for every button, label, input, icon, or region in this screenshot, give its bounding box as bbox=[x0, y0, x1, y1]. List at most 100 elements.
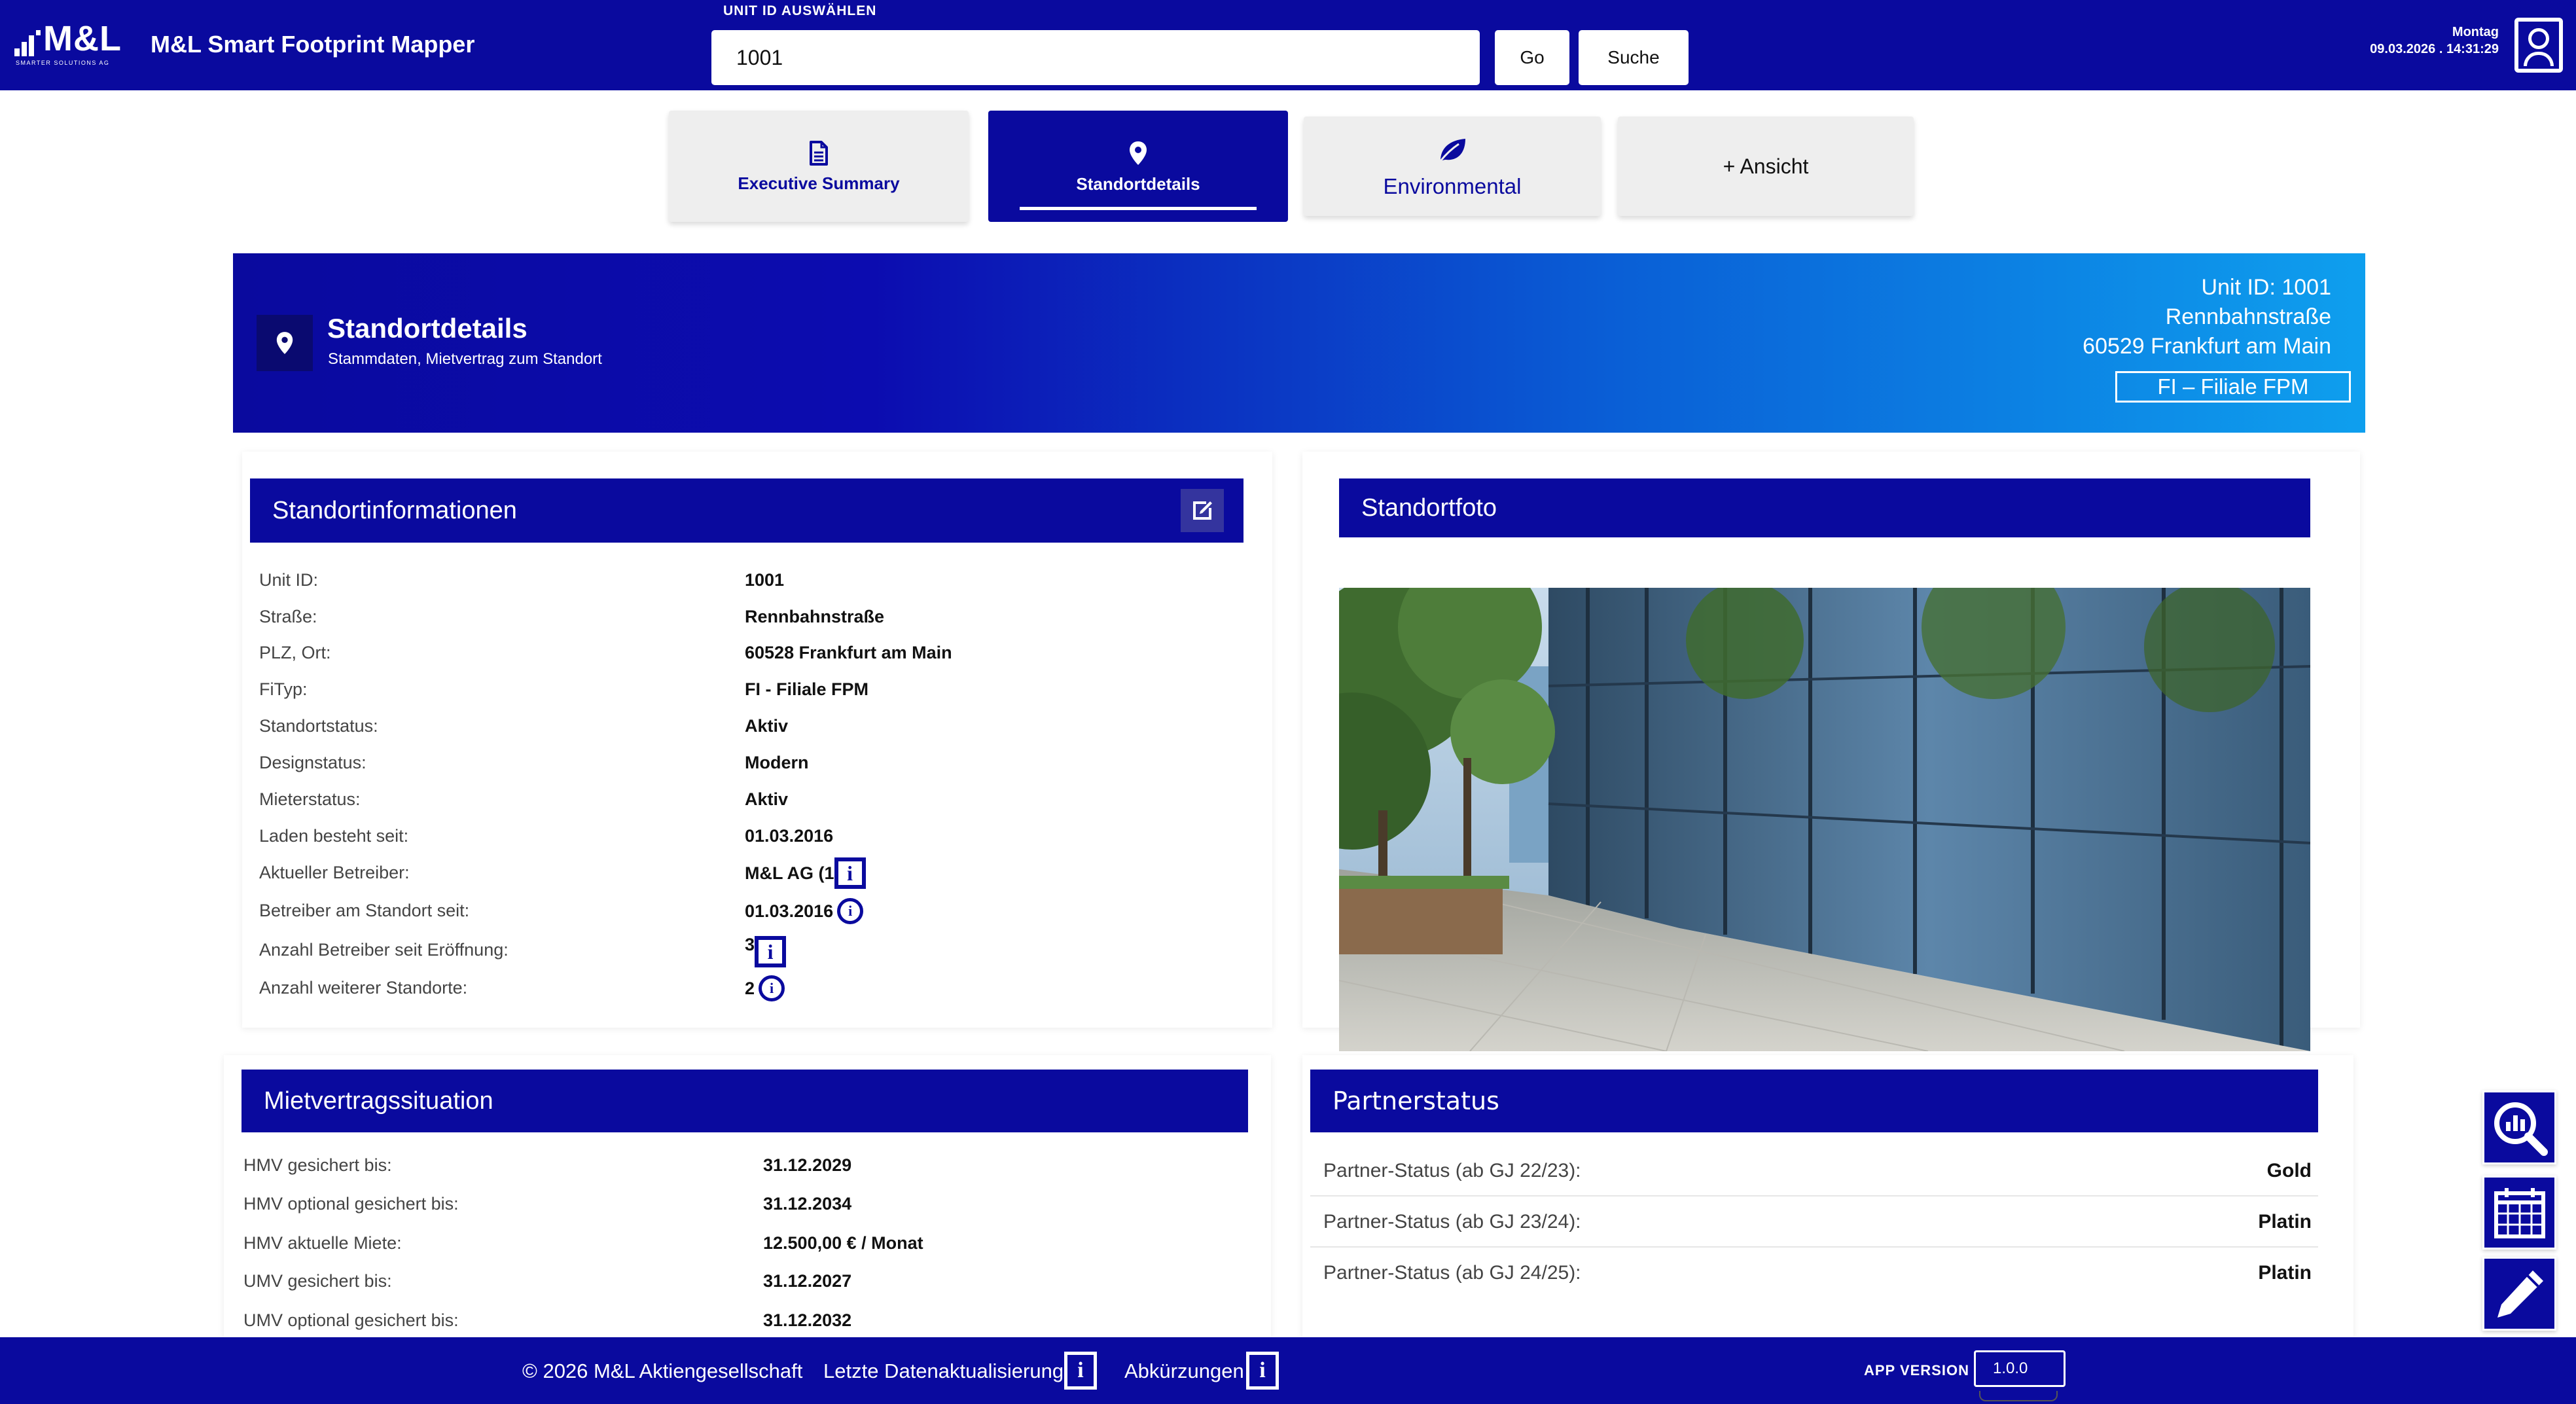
standortinformationen-list: Unit ID: 1001 Straße: Rennbahnstraße PLZ, … bbox=[259, 571, 1241, 1003]
banner-subtitle: Stammdaten, Mietvertrag zum Standort bbox=[328, 350, 602, 368]
user-profile-icon[interactable] bbox=[2514, 18, 2563, 73]
row-label: Laden besteht seit: bbox=[259, 826, 409, 846]
app-footer: © 2026 M&L Aktiengesellschaft Letzte Dat… bbox=[0, 1337, 2576, 1404]
row-label: PLZ, Ort: bbox=[259, 643, 331, 662]
standortinformationen-header: Standortinformationen bbox=[250, 478, 1243, 543]
analytics-search-icon bbox=[2494, 1102, 2548, 1156]
row-label: Straße: bbox=[259, 607, 317, 626]
mietvertrag-list: HMV gesichert bis: 31.12.2029 HMV optiona… bbox=[243, 1157, 1225, 1333]
row-value: 2 bbox=[745, 978, 755, 998]
row-value: 31.12.2027 bbox=[763, 1271, 852, 1291]
row-label: Standortstatus: bbox=[259, 716, 378, 736]
banner-city: 60529 Frankfurt am Main bbox=[2083, 333, 2331, 359]
tab-executive-summary[interactable]: Executive Summary bbox=[669, 111, 969, 222]
partner-row: Partner-Status (ab GJ 23/24): Platin bbox=[1310, 1198, 2318, 1248]
go-button[interactable]: Go bbox=[1495, 30, 1569, 85]
row-value: Modern bbox=[745, 753, 809, 772]
edit-pencil-button[interactable] bbox=[2482, 1257, 2556, 1331]
map-pin-icon bbox=[1130, 141, 1147, 165]
analytics-search-button[interactable] bbox=[2482, 1090, 2556, 1164]
app-version-label: APP VERSION bbox=[1864, 1362, 1969, 1378]
location-photo bbox=[1339, 588, 2310, 1051]
row-value: 3 bbox=[745, 935, 755, 954]
row-label: HMV gesichert bis: bbox=[243, 1155, 392, 1175]
banner-title: Standortdetails bbox=[327, 313, 528, 344]
pencil-icon bbox=[2497, 1270, 2543, 1318]
info-circle-icon[interactable]: i bbox=[759, 975, 785, 1001]
partnerstatus-header: Partnerstatus bbox=[1310, 1070, 2318, 1132]
row-value: 31.12.2032 bbox=[763, 1310, 852, 1330]
last-update-link[interactable]: Letzte Datenaktualisierung bbox=[823, 1361, 1064, 1381]
row-label: HMV optional gesichert bis: bbox=[243, 1194, 459, 1214]
app-title: M&L Smart Footprint Mapper bbox=[151, 31, 475, 58]
calendar-button[interactable] bbox=[2482, 1176, 2556, 1250]
row-label: Anzahl weiterer Standorte: bbox=[259, 978, 468, 998]
calendar-icon bbox=[2494, 1187, 2545, 1238]
abbreviations-info-icon[interactable]: i bbox=[1246, 1352, 1279, 1390]
map-pin-icon bbox=[257, 315, 313, 371]
row-value: Aktiv bbox=[745, 789, 789, 809]
app-version-underline bbox=[1979, 1391, 2058, 1401]
logo-subtitle: SMARTER SOLUTIONS AG bbox=[16, 60, 110, 66]
app-version-value: 1.0.0 bbox=[1974, 1350, 2066, 1387]
row-label: Partner-Status (ab GJ 23/24): bbox=[1323, 1211, 1581, 1233]
logo-text: M&L bbox=[43, 19, 122, 58]
row-value: 31.12.2029 bbox=[763, 1155, 852, 1175]
info-icon[interactable]: i bbox=[755, 936, 787, 967]
tab-label: Environmental bbox=[1383, 173, 1522, 198]
row-value: 60528 Frankfurt am Main bbox=[745, 643, 952, 662]
last-update-info-icon[interactable]: i bbox=[1064, 1352, 1097, 1390]
unit-id-label: UNIT ID AUSWÄHLEN bbox=[723, 3, 877, 18]
location-banner: Standortdetails Stammdaten, Mietvertrag … bbox=[233, 253, 2365, 433]
row-value: 31.12.2034 bbox=[763, 1194, 852, 1214]
row-value: 01.03.2016 bbox=[745, 826, 834, 846]
tab-label: Executive Summary bbox=[738, 173, 900, 193]
banner-address: Unit ID: 1001 Rennbahnstraße 60529 Frank… bbox=[2083, 273, 2331, 361]
row-label: HMV aktuelle Miete: bbox=[243, 1233, 402, 1253]
row-label: UMV optional gesichert bis: bbox=[243, 1310, 459, 1330]
row-value: Gold bbox=[2266, 1160, 2312, 1181]
mietvertrag-header: Mietvertragssituation bbox=[241, 1070, 1248, 1132]
tab-add-view[interactable]: + Ansicht bbox=[1618, 117, 1914, 216]
app-header: M&L SMARTER SOLUTIONS AG M&L Smart Footp… bbox=[0, 0, 2576, 90]
row-value: FI - Filiale FPM bbox=[745, 679, 869, 699]
edit-button[interactable] bbox=[1181, 489, 1224, 532]
copyright-text: © 2026 M&L Aktiengesellschaft bbox=[522, 1359, 803, 1382]
document-icon bbox=[810, 141, 828, 166]
row-value: Platin bbox=[2258, 1211, 2312, 1233]
company-logo[interactable]: M&L SMARTER SOLUTIONS AG bbox=[14, 21, 122, 66]
card-title: Standortinformationen bbox=[272, 497, 517, 524]
row-label: Betreiber am Standort seit: bbox=[259, 901, 470, 920]
row-label: Partner-Status (ab GJ 22/23): bbox=[1323, 1160, 1581, 1181]
edit-icon bbox=[1193, 501, 1212, 520]
row-label: Mieterstatus: bbox=[259, 789, 361, 809]
row-label: UMV gesichert bis: bbox=[243, 1271, 392, 1291]
tab-label: Standortdetails bbox=[1076, 174, 1200, 194]
partner-row: Partner-Status (ab GJ 22/23): Gold bbox=[1310, 1147, 2318, 1197]
row-value: M&L AG (1 bbox=[745, 863, 834, 883]
row-value: 01.03.2016 bbox=[745, 901, 834, 921]
row-value: 12.500,00 € / Monat bbox=[763, 1233, 923, 1253]
unit-id-input[interactable] bbox=[711, 30, 1480, 85]
card-title: Mietvertragssituation bbox=[264, 1087, 493, 1115]
row-label: Partner-Status (ab GJ 24/25): bbox=[1323, 1262, 1581, 1284]
weekday-text: Montag bbox=[2452, 25, 2499, 39]
standortfoto-header: Standortfoto bbox=[1339, 478, 2310, 537]
row-label: Anzahl Betreiber seit Eröffnung: bbox=[259, 940, 509, 960]
tab-label: + Ansicht bbox=[1723, 154, 1809, 178]
row-label: FiTyp: bbox=[259, 679, 308, 699]
row-value: Platin bbox=[2258, 1262, 2312, 1284]
leaf-icon bbox=[1439, 138, 1465, 162]
logo-dots-icon bbox=[14, 30, 41, 56]
search-button[interactable]: Suche bbox=[1579, 30, 1689, 85]
info-icon[interactable]: i bbox=[834, 857, 866, 889]
banner-unit-id: Unit ID: 1001 bbox=[2201, 275, 2331, 300]
row-value: 1001 bbox=[745, 570, 785, 590]
tab-standortdetails[interactable]: Standortdetails bbox=[988, 111, 1288, 222]
datetime-text: 09.03.2026 . 14:31:29 bbox=[2370, 42, 2499, 56]
info-circle-icon[interactable]: i bbox=[837, 898, 864, 924]
branch-type-chip: FI – Filiale FPM bbox=[2115, 371, 2351, 403]
date-time-display: Montag 09.03.2026 . 14:31:29 bbox=[2370, 24, 2499, 58]
abbreviations-link[interactable]: Abkürzungen bbox=[1124, 1361, 1244, 1381]
tab-environmental[interactable]: Environmental bbox=[1304, 117, 1601, 216]
